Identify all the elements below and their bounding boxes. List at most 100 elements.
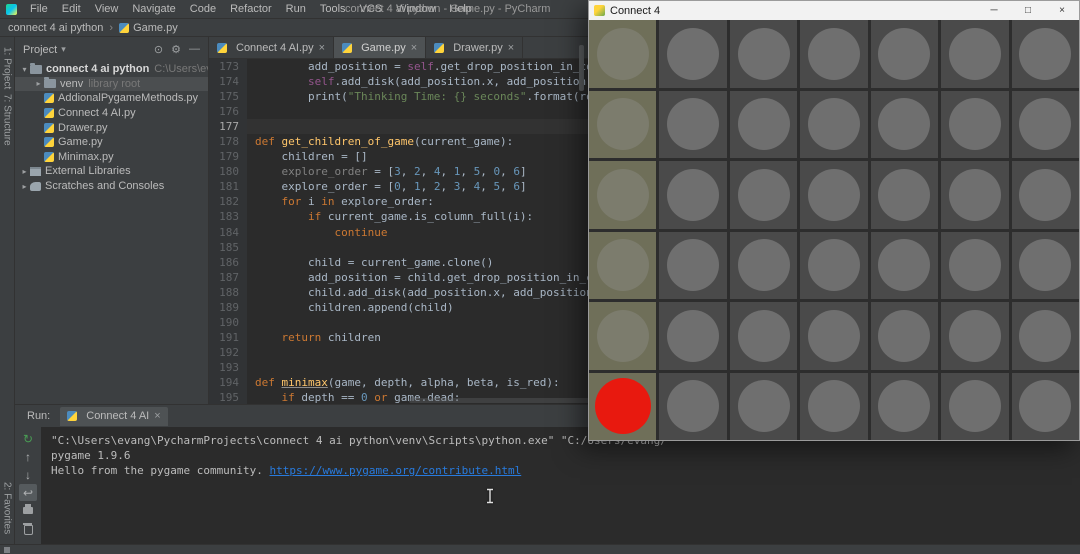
project-item-connect-4-ai-python[interactable]: ▾connect 4 ai pythonC:\Users\evang\Pycha xyxy=(15,62,208,77)
board-cell-r0c4[interactable] xyxy=(871,20,938,88)
board-cell-r3c5[interactable] xyxy=(941,232,1008,300)
rerun-icon[interactable]: ↻ xyxy=(19,430,37,447)
locate-icon[interactable]: ⊙ xyxy=(154,43,163,56)
menu-run[interactable]: Run xyxy=(279,3,313,15)
menu-refactor[interactable]: Refactor xyxy=(223,3,279,15)
menu-navigate[interactable]: Navigate xyxy=(125,3,182,15)
stack-up-icon[interactable]: ↑ xyxy=(19,448,37,465)
print-icon[interactable] xyxy=(19,502,37,519)
connect4-titlebar[interactable]: Connect 4 ─ □ × xyxy=(589,1,1079,20)
board-cell-r1c3[interactable] xyxy=(800,91,867,159)
board-cell-r5c2[interactable] xyxy=(730,373,797,441)
board-cell-r0c2[interactable] xyxy=(730,20,797,88)
project-item-drawer-py[interactable]: Drawer.py xyxy=(15,120,208,135)
editor-vertical-scrollbar[interactable] xyxy=(579,45,584,91)
board-cell-r2c5[interactable] xyxy=(941,161,1008,229)
board-hole xyxy=(738,239,790,291)
board-cell-r0c0[interactable] xyxy=(589,20,656,88)
board-cell-r4c6[interactable] xyxy=(1012,302,1079,370)
board-cell-r5c3[interactable] xyxy=(800,373,867,441)
connect4-board[interactable] xyxy=(589,20,1079,440)
board-cell-r4c4[interactable] xyxy=(871,302,938,370)
breadcrumb-project[interactable]: connect 4 ai python xyxy=(8,22,103,34)
project-panel-title[interactable]: Project xyxy=(23,44,57,56)
project-item-venv[interactable]: ▸venvlibrary root xyxy=(15,77,208,92)
editor-tab-drawer-py[interactable]: Drawer.py× xyxy=(426,37,523,58)
clear-all-icon[interactable] xyxy=(19,520,37,537)
tool-stripe-1-project[interactable]: 1: Project xyxy=(2,47,13,89)
tool-windows-toggle-icon[interactable] xyxy=(4,547,10,553)
board-hole xyxy=(808,98,860,150)
menu-view[interactable]: View xyxy=(88,3,126,15)
project-item-addionalpygamemethods-py[interactable]: AddionalPygameMethods.py xyxy=(15,91,208,106)
board-cell-r1c2[interactable] xyxy=(730,91,797,159)
board-cell-r1c6[interactable] xyxy=(1012,91,1079,159)
board-cell-r5c6[interactable] xyxy=(1012,373,1079,441)
menu-file[interactable]: File xyxy=(23,3,55,15)
board-cell-r5c1[interactable] xyxy=(659,373,726,441)
board-cell-r4c0[interactable] xyxy=(589,302,656,370)
project-item-external-libraries[interactable]: ▸External Libraries xyxy=(15,164,208,179)
expanded-arrow-icon[interactable]: ▾ xyxy=(19,65,30,74)
close-icon[interactable]: × xyxy=(154,410,160,422)
project-item-game-py[interactable]: Game.py xyxy=(15,135,208,150)
board-cell-r5c0[interactable] xyxy=(589,373,656,441)
board-cell-r2c4[interactable] xyxy=(871,161,938,229)
breadcrumb-file[interactable]: Game.py xyxy=(133,22,178,34)
board-hole xyxy=(667,98,719,150)
board-cell-r0c1[interactable] xyxy=(659,20,726,88)
menu-edit[interactable]: Edit xyxy=(55,3,88,15)
board-hole xyxy=(808,169,860,221)
board-cell-r3c2[interactable] xyxy=(730,232,797,300)
run-console[interactable]: "C:\Users\evang\PycharmProjects\connect … xyxy=(41,427,1080,544)
run-tab[interactable]: Connect 4 AI × xyxy=(60,407,167,426)
project-item-connect-4-ai-py[interactable]: Connect 4 AI.py xyxy=(15,106,208,121)
collapsed-arrow-icon[interactable]: ▸ xyxy=(19,167,30,176)
editor-tab-game-py[interactable]: Game.py× xyxy=(334,37,426,58)
chevron-down-icon[interactable]: ▾ xyxy=(61,44,66,55)
board-cell-r2c3[interactable] xyxy=(800,161,867,229)
minimize-button[interactable]: ─ xyxy=(977,1,1011,20)
board-cell-r1c1[interactable] xyxy=(659,91,726,159)
board-cell-r4c1[interactable] xyxy=(659,302,726,370)
project-item-scratches-and-consoles[interactable]: ▸Scratches and Consoles xyxy=(15,179,208,194)
maximize-button[interactable]: □ xyxy=(1011,1,1045,20)
tool-stripe-2-favorites[interactable]: 2: Favorites xyxy=(2,482,13,534)
board-cell-r1c4[interactable] xyxy=(871,91,938,159)
close-icon[interactable]: × xyxy=(508,42,514,54)
board-cell-r0c3[interactable] xyxy=(800,20,867,88)
scratch-icon xyxy=(30,182,41,191)
board-cell-r5c5[interactable] xyxy=(941,373,1008,441)
stack-down-icon[interactable]: ↓ xyxy=(19,466,37,483)
board-cell-r4c3[interactable] xyxy=(800,302,867,370)
board-cell-r2c6[interactable] xyxy=(1012,161,1079,229)
board-cell-r5c4[interactable] xyxy=(871,373,938,441)
board-cell-r2c0[interactable] xyxy=(589,161,656,229)
board-cell-r3c1[interactable] xyxy=(659,232,726,300)
soft-wrap-icon[interactable]: ↩ xyxy=(19,484,37,501)
tool-stripe-7-structure[interactable]: 7: Structure xyxy=(2,94,13,146)
hide-panel-icon[interactable]: — xyxy=(189,43,200,56)
close-icon[interactable]: × xyxy=(411,42,417,54)
board-cell-r4c2[interactable] xyxy=(730,302,797,370)
collapsed-arrow-icon[interactable]: ▸ xyxy=(33,79,44,88)
board-cell-r0c5[interactable] xyxy=(941,20,1008,88)
project-item-minimax-py[interactable]: Minimax.py xyxy=(15,150,208,165)
board-cell-r3c6[interactable] xyxy=(1012,232,1079,300)
board-cell-r0c6[interactable] xyxy=(1012,20,1079,88)
board-cell-r3c0[interactable] xyxy=(589,232,656,300)
console-link[interactable]: https://www.pygame.org/contribute.html xyxy=(270,464,522,477)
board-cell-r1c0[interactable] xyxy=(589,91,656,159)
board-cell-r2c2[interactable] xyxy=(730,161,797,229)
editor-tab-connect-4-ai-py[interactable]: Connect 4 AI.py× xyxy=(209,37,334,58)
close-button[interactable]: × xyxy=(1045,1,1079,20)
board-cell-r3c3[interactable] xyxy=(800,232,867,300)
menu-code[interactable]: Code xyxy=(183,3,223,15)
settings-gear-icon[interactable]: ⚙ xyxy=(171,43,181,56)
board-cell-r3c4[interactable] xyxy=(871,232,938,300)
board-cell-r1c5[interactable] xyxy=(941,91,1008,159)
board-cell-r2c1[interactable] xyxy=(659,161,726,229)
close-icon[interactable]: × xyxy=(319,42,325,54)
collapsed-arrow-icon[interactable]: ▸ xyxy=(19,182,30,191)
board-cell-r4c5[interactable] xyxy=(941,302,1008,370)
